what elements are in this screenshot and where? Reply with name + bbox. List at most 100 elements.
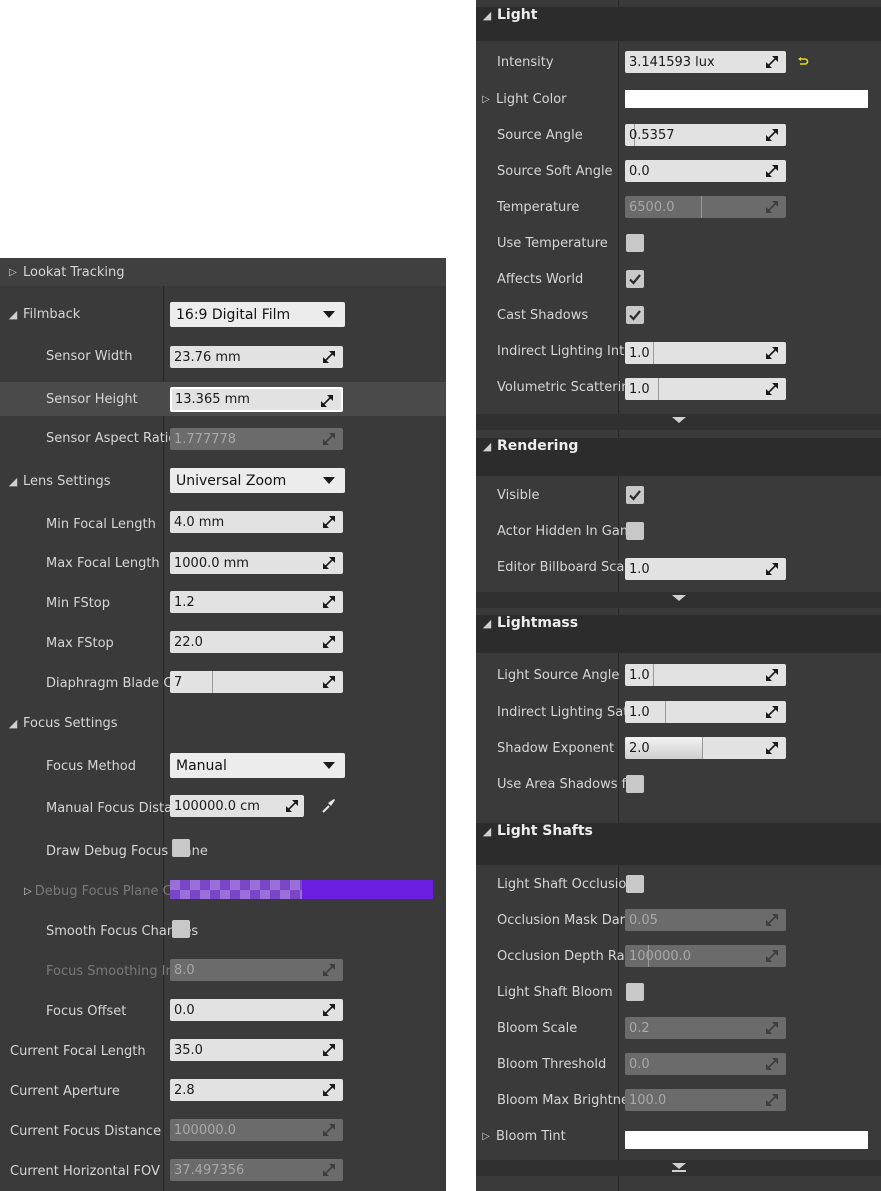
- drag-spin-icon[interactable]: [323, 351, 335, 363]
- source-soft-angle-label: Source Soft Angle: [497, 163, 613, 179]
- light-shaft-bloom-checkbox[interactable]: [626, 983, 644, 1001]
- filmback-label: Filmback: [23, 306, 81, 322]
- collapse-arrow-icon[interactable]: ◢: [6, 717, 20, 730]
- sensor-width-value: 23.76 mm: [174, 349, 241, 365]
- collapse-arrow-icon[interactable]: ◢: [480, 617, 494, 630]
- drag-spin-icon[interactable]: [321, 395, 333, 407]
- min-focal-value: 4.0 mm: [174, 514, 225, 530]
- expand-arrow-icon[interactable]: ▷: [6, 267, 20, 278]
- checkmark-icon: [628, 488, 642, 502]
- min-fstop-value: 1.2: [174, 594, 195, 610]
- bloom-scale-label: Bloom Scale: [497, 1020, 578, 1036]
- rendering-category-header[interactable]: ◢ Rendering: [476, 438, 881, 476]
- max-fstop-input[interactable]: 22.0: [170, 631, 343, 653]
- drag-spin-icon[interactable]: [766, 563, 778, 575]
- drag-spin-icon: [323, 964, 335, 976]
- collapse-arrow-icon[interactable]: ◢: [6, 308, 20, 321]
- light-advanced-expander[interactable]: [476, 414, 881, 430]
- expand-arrow-icon[interactable]: ▷: [479, 1131, 493, 1142]
- light-shaft-bloom-label: Light Shaft Bloom: [497, 984, 613, 1000]
- drag-spin-icon[interactable]: [766, 383, 778, 395]
- sensor-width-input[interactable]: 23.76 mm: [170, 346, 343, 368]
- drag-spin-icon[interactable]: [323, 1084, 335, 1096]
- sensor-aspect-value: 1.777778: [174, 431, 237, 447]
- drag-spin-icon[interactable]: [766, 669, 778, 681]
- drag-spin-icon[interactable]: [323, 676, 335, 688]
- collapse-arrow-icon[interactable]: ◢: [6, 475, 20, 488]
- drag-spin-icon[interactable]: [286, 800, 298, 812]
- checkmark-icon: [628, 272, 642, 286]
- current-aperture-input[interactable]: 2.8: [170, 1079, 343, 1101]
- drag-spin-icon[interactable]: [766, 706, 778, 718]
- light-color-swatch[interactable]: [625, 90, 868, 108]
- indirect-saturation-input[interactable]: 1.0: [625, 701, 786, 723]
- drag-spin-icon[interactable]: [323, 596, 335, 608]
- smooth-focus-checkbox[interactable]: [172, 920, 190, 938]
- min-fstop-input[interactable]: 1.2: [170, 591, 343, 613]
- focus-offset-input[interactable]: 0.0: [170, 999, 343, 1021]
- bloom-tint-swatch[interactable]: [625, 1131, 868, 1149]
- use-area-shadows-checkbox[interactable]: [626, 775, 644, 793]
- collapse-arrow-icon[interactable]: ◢: [480, 9, 494, 22]
- eyedropper-icon[interactable]: [319, 797, 337, 815]
- drag-spin-icon[interactable]: [766, 165, 778, 177]
- lightmass-category-header[interactable]: ◢ Lightmass: [476, 615, 881, 653]
- light-category-title: Light: [497, 7, 538, 23]
- sensor-height-input[interactable]: 13.365 mm: [170, 387, 343, 412]
- source-angle-input[interactable]: 0.5357: [625, 124, 786, 146]
- use-temperature-label: Use Temperature: [497, 235, 608, 251]
- drag-spin-icon[interactable]: [323, 516, 335, 528]
- expand-arrow-icon[interactable]: ▷: [24, 886, 32, 897]
- source-soft-angle-value: 0.0: [629, 163, 650, 179]
- expand-advanced-icon: [671, 595, 686, 601]
- reset-to-default-icon[interactable]: [797, 56, 809, 68]
- expand-advanced-icon: [671, 1163, 686, 1169]
- draw-debug-checkbox[interactable]: [172, 839, 190, 857]
- drag-spin-icon[interactable]: [323, 636, 335, 648]
- current-focal-input[interactable]: 35.0: [170, 1039, 343, 1061]
- drag-spin-icon: [766, 950, 778, 962]
- drag-spin-icon[interactable]: [766, 742, 778, 754]
- light-category-header[interactable]: ◢ Light: [476, 7, 881, 41]
- cast-shadows-checkbox[interactable]: [626, 306, 644, 324]
- drag-spin-icon[interactable]: [766, 56, 778, 68]
- lookat-tracking-row[interactable]: ▷ Lookat Tracking: [0, 258, 446, 286]
- drag-spin-icon[interactable]: [323, 557, 335, 569]
- light-source-angle-input[interactable]: 1.0: [625, 664, 786, 686]
- light-shafts-advanced-expander[interactable]: [476, 1160, 881, 1176]
- source-soft-angle-input[interactable]: 0.0: [625, 160, 786, 182]
- actor-hidden-checkbox[interactable]: [626, 522, 644, 540]
- smooth-focus-row: Smooth Focus Changes: [0, 917, 446, 945]
- shadow-exponent-input[interactable]: 2.0: [625, 737, 786, 759]
- focus-method-value: Manual: [176, 757, 227, 774]
- min-focal-input[interactable]: 4.0 mm: [170, 511, 343, 533]
- drag-spin-icon[interactable]: [323, 1004, 335, 1016]
- intensity-input[interactable]: 3.141593 lux: [625, 51, 786, 73]
- drag-spin-icon[interactable]: [323, 1044, 335, 1056]
- use-temperature-checkbox[interactable]: [626, 234, 644, 252]
- affects-world-checkbox[interactable]: [626, 270, 644, 288]
- light-shafts-category-header[interactable]: ◢ Light Shafts: [476, 823, 881, 865]
- max-focal-input[interactable]: 1000.0 mm: [170, 552, 343, 574]
- visible-checkbox[interactable]: [626, 486, 644, 504]
- drag-spin-icon[interactable]: [766, 347, 778, 359]
- collapse-arrow-icon[interactable]: ◢: [480, 825, 494, 838]
- drag-spin-icon[interactable]: [766, 129, 778, 141]
- light-shafts-category-title: Light Shafts: [497, 823, 593, 839]
- filmback-dropdown[interactable]: 16:9 Digital Film: [170, 302, 345, 327]
- volumetric-input[interactable]: 1.0: [625, 378, 786, 400]
- lens-settings-value: Universal Zoom: [176, 472, 287, 489]
- debug-focus-color-swatch[interactable]: [170, 880, 433, 899]
- light-shaft-occlusion-checkbox[interactable]: [626, 875, 644, 893]
- editor-billboard-input[interactable]: 1.0: [625, 558, 786, 580]
- expand-arrow-icon[interactable]: ▷: [479, 94, 493, 105]
- collapse-arrow-icon[interactable]: ◢: [480, 440, 494, 453]
- indirect-lighting-input[interactable]: 1.0: [625, 342, 786, 364]
- focus-method-dropdown[interactable]: Manual: [170, 753, 345, 778]
- lens-settings-dropdown[interactable]: Universal Zoom: [170, 468, 345, 493]
- rendering-advanced-expander[interactable]: [476, 592, 881, 608]
- manual-focus-input[interactable]: 100000.0 cm: [170, 795, 304, 817]
- max-fstop-value: 22.0: [174, 634, 203, 650]
- chevron-down-icon: [323, 762, 335, 769]
- diaphragm-input[interactable]: 7: [170, 671, 343, 693]
